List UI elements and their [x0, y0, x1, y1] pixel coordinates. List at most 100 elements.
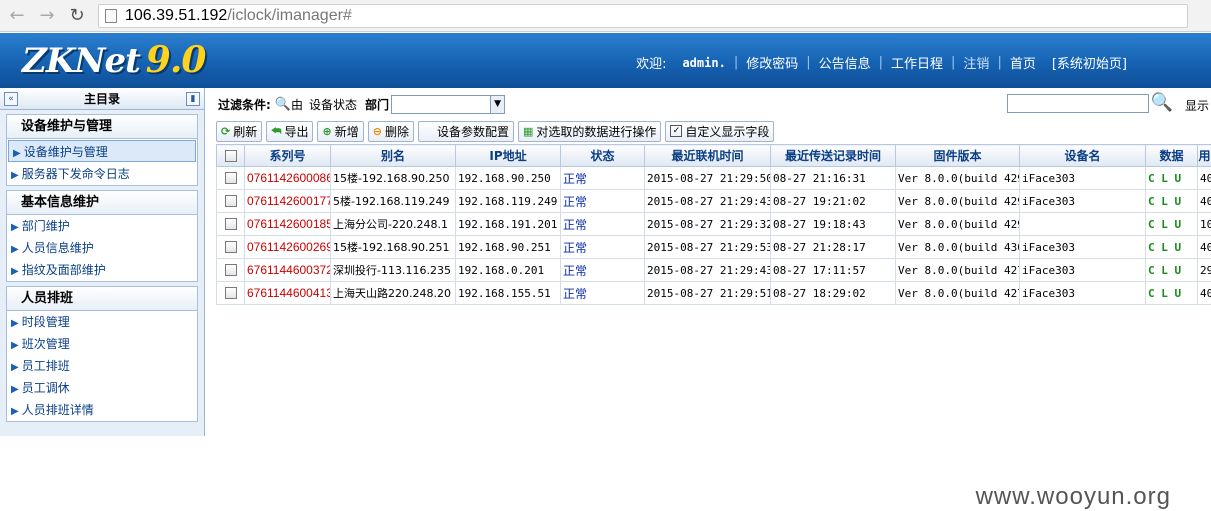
column-header[interactable]: 系列号 [245, 145, 331, 167]
row-select-cell[interactable] [217, 236, 245, 259]
logo: ZKNet9.0 [22, 39, 205, 81]
table-row[interactable]: 6761144600413上海天山路220.248.20192.168.155.… [217, 282, 1211, 305]
filter-status[interactable]: 设备状态 [309, 96, 357, 113]
column-header[interactable]: 最近联机时间 [645, 145, 771, 167]
triangle-right-icon: ▶ [11, 266, 19, 277]
schedule-link[interactable]: 工作日程 [883, 53, 951, 72]
row-select-cell[interactable] [217, 259, 245, 282]
refresh-icon: ⟳ [221, 125, 230, 138]
table-cell: 08-27 21:28:17 [771, 236, 896, 259]
table-cell[interactable]: 6761144600372 [245, 259, 331, 282]
column-header[interactable]: 固件版本 [896, 145, 1020, 167]
row-select-cell[interactable] [217, 190, 245, 213]
announcement-link[interactable]: 公告信息 [811, 53, 879, 72]
row-checkbox[interactable] [225, 287, 237, 299]
row-checkbox[interactable] [225, 241, 237, 253]
sidebar: « 主目录 ▮ 设备维护与管理 ▶设备维护与管理 ▶服务器下发命令日志 基本信息… [0, 88, 205, 436]
column-header[interactable]: 数据 [1146, 145, 1198, 167]
forward-icon[interactable]: → [34, 3, 60, 29]
address-bar[interactable]: 106.39.51.192/iclock/imanager# [98, 4, 1188, 28]
row-checkbox[interactable] [225, 195, 237, 207]
table-cell: Ver 8.0.0(build 427 [896, 282, 1020, 305]
table-cell: Ver 8.0.0(build 429) [896, 167, 1020, 190]
sidebar-item-department[interactable]: ▶部门维护 [7, 215, 197, 237]
back-icon[interactable]: ← [4, 3, 30, 29]
show-label[interactable]: 显示 [1185, 97, 1211, 114]
table-row[interactable]: 076114260026915楼-192.168.90.251192.168.9… [217, 236, 1211, 259]
sidebar-item-shift[interactable]: ▶班次管理 [7, 333, 197, 355]
table-cell [1020, 213, 1146, 236]
table-cell[interactable]: 6761144600413 [245, 282, 331, 305]
table-cell[interactable]: 0761142600177 [245, 190, 331, 213]
table-cell: 40 [1198, 236, 1211, 259]
table-cell[interactable]: 0761142600086 [245, 167, 331, 190]
column-header[interactable]: 设备名 [1020, 145, 1146, 167]
table-row[interactable]: 076114260008615楼-192.168.90.250192.168.9… [217, 167, 1211, 190]
select-all-header[interactable] [217, 145, 245, 167]
row-checkbox[interactable] [225, 264, 237, 276]
column-header[interactable]: IP地址 [456, 145, 561, 167]
search-input[interactable] [1007, 94, 1149, 113]
column-header[interactable]: 用 [1198, 145, 1211, 167]
table-row[interactable]: 07611426001775楼-192.168.119.249192.168.1… [217, 190, 1211, 213]
row-checkbox[interactable] [225, 218, 237, 230]
table-row[interactable]: 6761144600372深圳投行-113.116.235192.168.0.2… [217, 259, 1211, 282]
table-header-row: 系列号 别名 IP地址 状态 最近联机时间 最近传送记录时间 固件版本 设备名 … [217, 145, 1211, 167]
sidebar-item-staff-scheduling[interactable]: ▶员工排班 [7, 355, 197, 377]
delete-button[interactable]: ⊖删除 [368, 121, 414, 142]
sidebar-item-time-period[interactable]: ▶时段管理 [7, 311, 197, 333]
table-cell: 192.168.155.51 [456, 282, 561, 305]
table-row[interactable]: 0761142600185上海分公司-220.248.1192.168.191.… [217, 213, 1211, 236]
table-cell[interactable]: 0761142600185 [245, 213, 331, 236]
sidebar-item-command-log[interactable]: ▶服务器下发命令日志 [7, 163, 197, 185]
sidebar-item-schedule-detail[interactable]: ▶人员排班详情 [7, 399, 197, 421]
main-content: 过滤条件: 🔍 由 设备状态 部门 ▼ 🔍 显示 ⟳刷新 ⮪导出 ⊕新增 ⊖删除… [206, 88, 1211, 436]
logout-link[interactable]: 注销 [955, 53, 997, 72]
system-home-link[interactable]: [系统初始页] [1044, 53, 1135, 72]
column-header[interactable]: 最近传送记录时间 [771, 145, 896, 167]
dept-select[interactable]: ▼ [391, 95, 505, 114]
search-icon[interactable]: 🔍 [275, 97, 291, 112]
collapse-icon[interactable]: « [4, 92, 18, 106]
column-header[interactable]: 状态 [561, 145, 645, 167]
export-button[interactable]: ⮪导出 [266, 121, 313, 142]
column-header[interactable]: 别名 [331, 145, 456, 167]
select-all-checkbox[interactable] [225, 150, 237, 162]
sidebar-group-scheduling: 人员排班 ▶时段管理 ▶班次管理 ▶员工排班 ▶员工调休 ▶人员排班详情 [6, 286, 198, 422]
sidebar-group-title[interactable]: 设备维护与管理 [7, 115, 197, 139]
sidebar-group-title[interactable]: 基本信息维护 [7, 191, 197, 215]
table-cell: 正常 [561, 282, 645, 305]
custom-fields-button[interactable]: ✓自定义显示字段 [665, 121, 774, 142]
search-icon[interactable]: 🔍 [1151, 92, 1173, 113]
refresh-button[interactable]: ⟳刷新 [216, 121, 262, 142]
sidebar-item-device-management[interactable]: ▶设备维护与管理 [8, 140, 196, 162]
row-select-cell[interactable] [217, 167, 245, 190]
username: admin. [674, 56, 733, 70]
row-checkbox[interactable] [225, 172, 237, 184]
chevron-down-icon[interactable]: ▼ [490, 96, 504, 113]
reload-icon[interactable]: ↻ [64, 3, 90, 29]
sidebar-item-fingerprint[interactable]: ▶指纹及面部维护 [7, 259, 197, 281]
row-select-cell[interactable] [217, 213, 245, 236]
table-cell: 192.168.90.251 [456, 236, 561, 259]
table-cell: C L U [1146, 167, 1198, 190]
params-button[interactable]: 设备参数配置 [418, 121, 514, 142]
table-cell: C L U [1146, 282, 1198, 305]
triangle-right-icon: ▶ [11, 244, 19, 255]
filter-by[interactable]: 由 [291, 96, 303, 113]
row-select-cell[interactable] [217, 282, 245, 305]
operate-icon: ▦ [523, 125, 533, 138]
change-password-link[interactable]: 修改密码 [738, 53, 806, 72]
table-cell: C L U [1146, 213, 1198, 236]
sidebar-title: 主目录 [18, 90, 186, 107]
table-cell[interactable]: 0761142600269 [245, 236, 331, 259]
delete-icon: ⊖ [373, 125, 382, 138]
pin-icon[interactable]: ▮ [186, 92, 200, 106]
home-link[interactable]: 首页 [1002, 53, 1044, 72]
sidebar-item-personnel[interactable]: ▶人员信息维护 [7, 237, 197, 259]
triangle-right-icon: ▶ [11, 384, 19, 395]
sidebar-group-title[interactable]: 人员排班 [7, 287, 197, 311]
operate-button[interactable]: ▦对选取的数据进行操作 [518, 121, 661, 142]
add-button[interactable]: ⊕新增 [317, 121, 363, 142]
sidebar-item-shift-swap[interactable]: ▶员工调休 [7, 377, 197, 399]
